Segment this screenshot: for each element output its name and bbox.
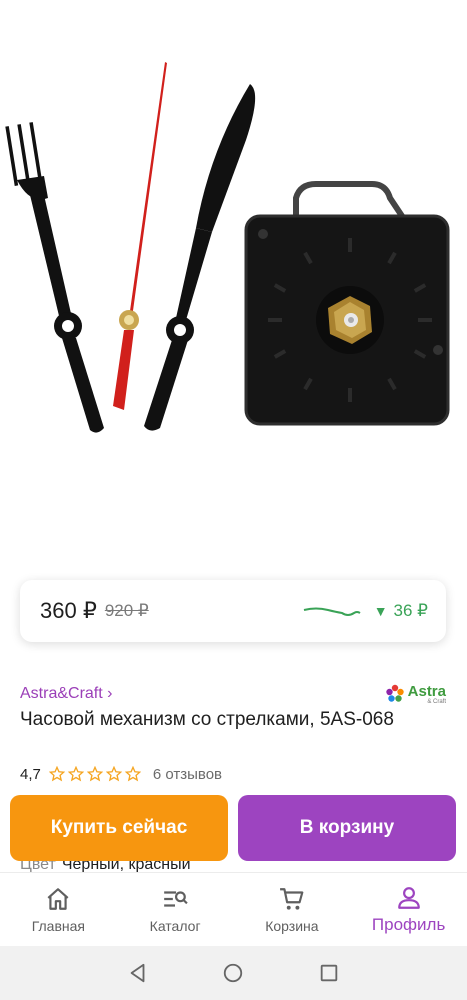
- seller-logo[interactable]: Astra & Craft: [385, 684, 446, 705]
- price-drop-value: 36 ₽: [393, 601, 428, 620]
- nav-item-catalog[interactable]: Каталог: [117, 873, 234, 946]
- product-image[interactable]: [0, 0, 467, 590]
- nav-label-profile: Профиль: [371, 914, 446, 934]
- nav-label-home: Главная: [31, 917, 86, 934]
- star-icon: [67, 766, 84, 782]
- recents-icon[interactable]: [318, 962, 340, 984]
- star-icon: [48, 766, 65, 782]
- knife-hand-image: [144, 84, 256, 431]
- price-trend[interactable]: ▼ 36 ₽: [302, 601, 428, 621]
- nav-item-profile[interactable]: Профиль: [350, 873, 467, 946]
- price-drop: ▼ 36 ₽: [374, 601, 428, 621]
- nav-item-cart[interactable]: Корзина: [234, 873, 351, 946]
- cart-icon: [279, 887, 304, 910]
- triangle-down-icon: ▼: [373, 603, 388, 619]
- system-nav-bar: [0, 946, 467, 1000]
- catalog-search-icon: [164, 890, 188, 907]
- home-circle-icon[interactable]: [222, 962, 244, 984]
- nav-label-catalog: Каталог: [149, 917, 201, 934]
- clock-movement-image: [244, 181, 450, 426]
- current-price: 360 ₽: [40, 598, 97, 623]
- price-card: 360 ₽ 920 ₽ ▼ 36 ₽: [20, 580, 446, 642]
- star-icon: [105, 766, 122, 782]
- star-icon: [86, 766, 103, 782]
- second-hand-image: [113, 62, 167, 410]
- rating-value: 4,7: [20, 765, 41, 783]
- fork-hand-image: [5, 122, 104, 433]
- seller-logo-text: Astra: [407, 682, 446, 700]
- reviews-count: 6 отзывов: [152, 765, 223, 783]
- buy-now-button[interactable]: Купить сейчас: [10, 795, 228, 861]
- bottom-nav: Главная Каталог Корзина Профиль: [0, 872, 467, 946]
- rating-row[interactable]: 4,7 6 отзывов: [20, 764, 222, 784]
- add-to-cart-button[interactable]: В корзину: [238, 795, 456, 861]
- star-icon: [124, 766, 141, 782]
- flower-logo-icon: [385, 684, 404, 702]
- home-icon: [47, 887, 69, 910]
- rating-stars: [48, 766, 141, 782]
- profile-icon: [397, 886, 420, 909]
- seller-logo-subtext: & Craft: [427, 698, 446, 705]
- nav-item-home[interactable]: Главная: [0, 873, 117, 946]
- seller-row: Astra&Craft › Astra & Craft: [20, 682, 446, 706]
- product-title: Часовой механизм со стрелками, 5AS-068: [20, 709, 394, 730]
- price-trend-sparkline-icon: [303, 607, 361, 616]
- old-price: 920 ₽: [104, 601, 149, 620]
- seller-link[interactable]: Astra&Craft ›: [20, 685, 112, 703]
- back-icon[interactable]: [127, 962, 149, 984]
- nav-label-cart: Корзина: [265, 917, 319, 934]
